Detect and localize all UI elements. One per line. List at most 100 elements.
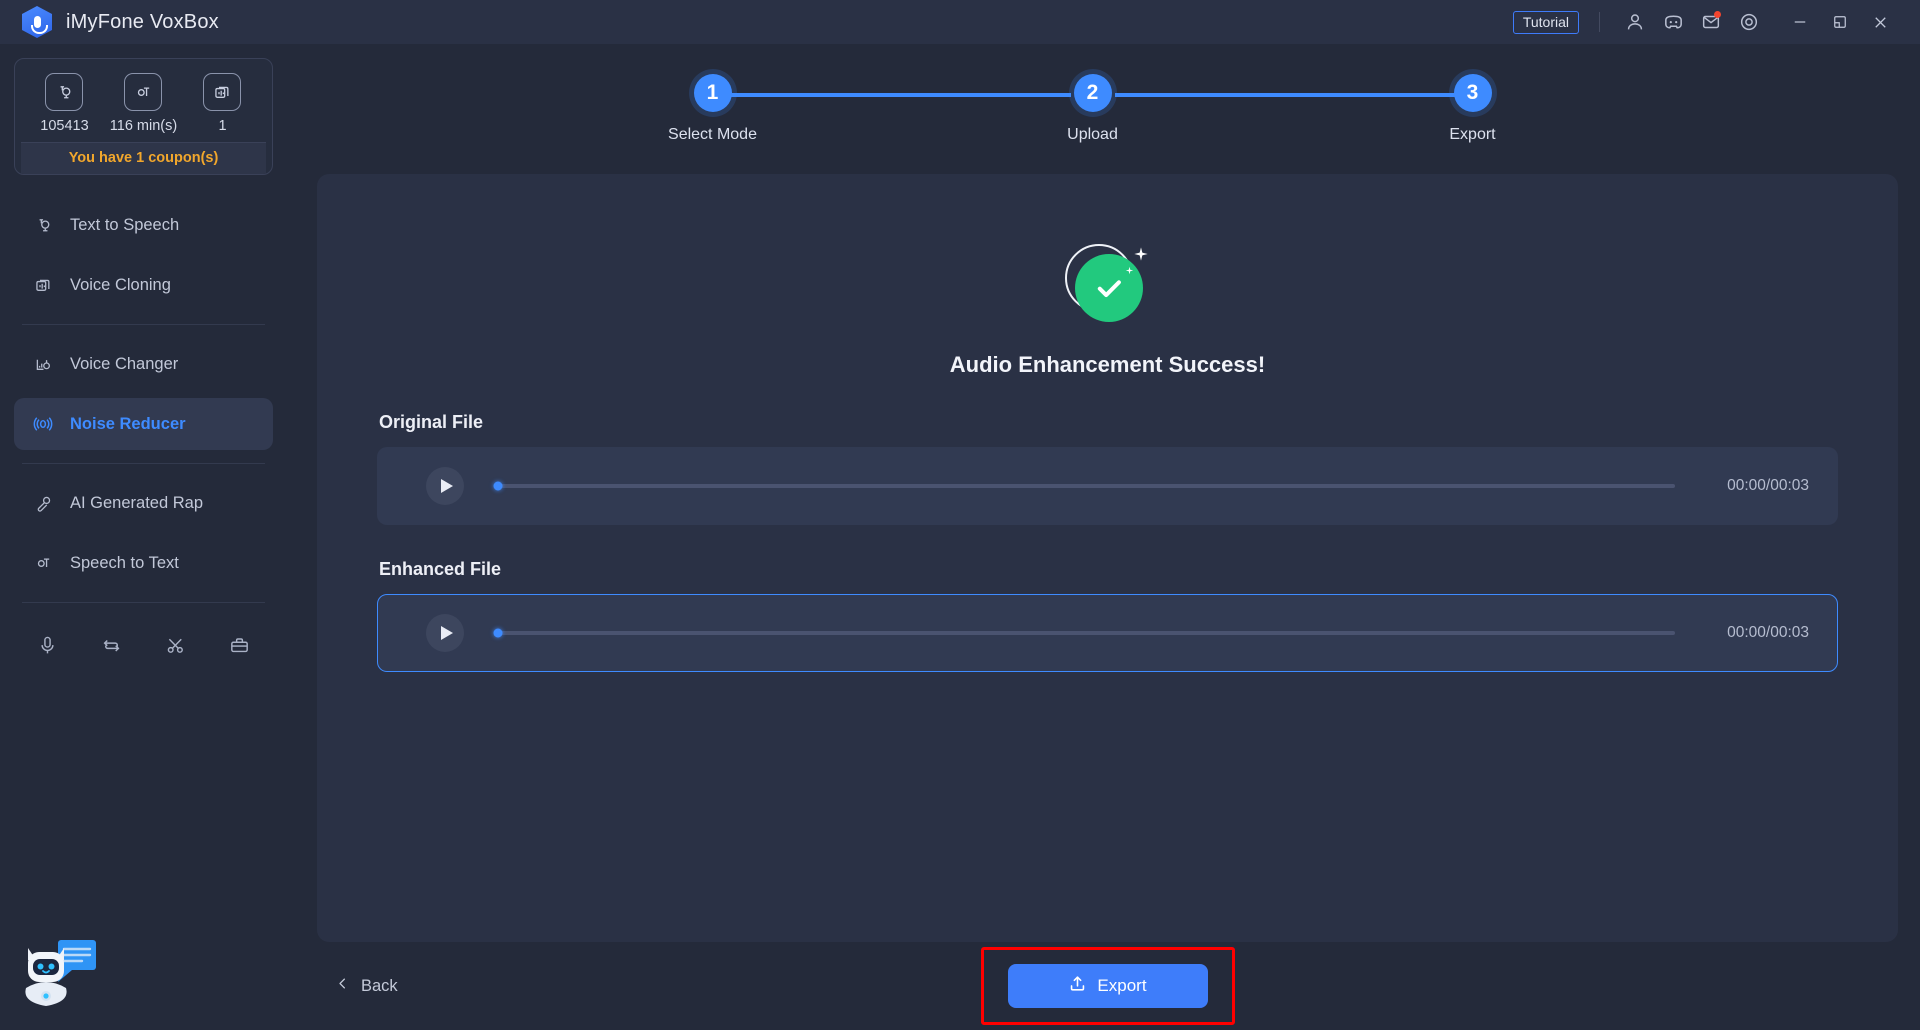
title-bar: iMyFone VoxBox Tutorial — [0, 0, 1920, 44]
step-number: 2 — [1073, 74, 1112, 112]
original-file-player: 00:00/00:03 — [377, 447, 1838, 525]
export-button[interactable]: Export — [1007, 964, 1208, 1008]
content-panel: Audio Enhancement Success! Original File… — [317, 174, 1898, 942]
export-highlight-box: Export — [980, 947, 1235, 1025]
back-button[interactable]: Back — [325, 970, 408, 1002]
sidebar-divider — [22, 324, 265, 325]
original-file-block: Original File 00:00/00:03 — [377, 412, 1838, 525]
sidebar-item-noise-reducer[interactable]: Noise Reducer — [14, 398, 273, 450]
settings-icon[interactable] — [1730, 5, 1768, 39]
tutorial-button[interactable]: Tutorial — [1512, 10, 1579, 34]
noise-reducer-icon — [32, 413, 54, 435]
body: 105413 116 min(s) 1 You have 1 coupon(s)… — [0, 44, 1920, 1030]
step-connector-2 — [1114, 93, 1455, 97]
enhanced-file-player: 00:00/00:03 — [377, 594, 1838, 672]
credit-value: 116 min(s) — [109, 118, 178, 134]
original-file-label: Original File — [379, 412, 484, 432]
step-label: Upload — [1067, 126, 1118, 143]
step-connector-1 — [730, 93, 1071, 97]
original-progress-slider[interactable] — [493, 481, 1675, 491]
brand: iMyFone VoxBox — [22, 6, 219, 38]
voice-changer-icon — [32, 354, 54, 375]
credit-value: 1 — [218, 118, 227, 134]
sidebar-item-label: Voice Cloning — [70, 275, 171, 294]
success-status: Audio Enhancement Success! — [377, 244, 1838, 378]
app-window: iMyFone VoxBox Tutorial 105413 116 min(s… — [0, 0, 1920, 1030]
step-label: Select Mode — [668, 126, 757, 143]
enhanced-file-block: Enhanced File 00:00/00:03 — [377, 559, 1838, 672]
speech-to-text-icon — [124, 73, 163, 111]
record-icon[interactable] — [36, 634, 59, 662]
ai-rap-icon — [32, 493, 54, 514]
voice-cloning-icon — [203, 73, 242, 111]
enhanced-progress-slider[interactable] — [493, 628, 1675, 638]
sidebar-item-label: Noise Reducer — [70, 414, 186, 433]
text-to-speech-icon — [32, 215, 54, 236]
sidebar: 105413 116 min(s) 1 You have 1 coupon(s)… — [0, 44, 287, 1030]
sidebar-item-text-to-speech[interactable]: Text to Speech — [14, 199, 273, 251]
success-message: Audio Enhancement Success! — [949, 352, 1266, 377]
sidebar-item-ai-generated-rap[interactable]: AI Generated Rap — [14, 477, 273, 529]
footer-bar: Back Export — [317, 942, 1898, 1030]
slider-handle[interactable] — [493, 628, 503, 638]
export-label: Export — [1097, 976, 1147, 995]
app-title: iMyFone VoxBox — [66, 10, 219, 33]
toolbox-icon[interactable] — [228, 634, 251, 662]
sidebar-item-voice-cloning[interactable]: Voice Cloning — [14, 259, 273, 311]
sparkle-icon — [1125, 262, 1134, 280]
credit-item: 1 — [183, 73, 261, 134]
enhanced-file-label: Enhanced File — [379, 559, 502, 579]
step-label: Export — [1449, 126, 1496, 143]
sidebar-item-label: AI Generated Rap — [70, 493, 203, 512]
enhanced-time: 00:00/00:03 — [1727, 624, 1809, 641]
step-select-mode[interactable]: 1 Select Mode — [653, 74, 773, 144]
mail-icon[interactable] — [1692, 5, 1730, 39]
sidebar-divider — [22, 463, 265, 464]
steps: 1 Select Mode 2 Upload 3 Export — [653, 74, 1533, 144]
credits-row: 105413 116 min(s) 1 — [21, 71, 266, 142]
coupon-banner[interactable]: You have 1 coupon(s) — [21, 142, 266, 174]
toolbar-divider — [1599, 12, 1600, 32]
user-icon[interactable] — [1616, 5, 1654, 39]
maximize-icon[interactable] — [1820, 5, 1860, 39]
sidebar-item-speech-to-text[interactable]: Speech to Text — [14, 537, 273, 589]
sidebar-tools — [14, 612, 273, 662]
sidebar-item-label: Text to Speech — [70, 215, 180, 234]
sidebar-divider — [22, 602, 265, 603]
progress-stepper: 1 Select Mode 2 Upload 3 Export — [287, 44, 1898, 174]
original-time: 00:00/00:03 — [1727, 477, 1809, 494]
discord-icon[interactable] — [1654, 5, 1692, 39]
play-icon[interactable] — [426, 467, 464, 505]
credit-value: 105413 — [40, 118, 89, 134]
credit-item: 116 min(s) — [104, 73, 182, 134]
success-check-icon — [1064, 244, 1151, 330]
credits-card: 105413 116 min(s) 1 You have 1 coupon(s) — [14, 58, 273, 175]
chat-bot-icon[interactable] — [14, 930, 98, 1022]
upload-icon — [1068, 974, 1087, 998]
main-content: 1 Select Mode 2 Upload 3 Export Audio En… — [287, 44, 1920, 1030]
step-upload[interactable]: 2 Upload — [1033, 74, 1153, 144]
sparkle-icon — [1133, 246, 1149, 267]
sidebar-item-voice-changer[interactable]: Voice Changer — [14, 338, 273, 390]
convert-icon[interactable] — [100, 634, 123, 662]
title-bar-actions: Tutorial — [1512, 5, 1900, 39]
speech-to-text-icon — [32, 553, 54, 574]
cut-icon[interactable] — [164, 634, 187, 662]
step-number: 3 — [1453, 74, 1492, 112]
window-controls — [1780, 5, 1900, 39]
step-export[interactable]: 3 Export — [1413, 74, 1533, 144]
sidebar-item-label: Speech to Text — [70, 553, 179, 572]
sidebar-item-label: Voice Changer — [70, 354, 179, 373]
text-to-speech-icon — [45, 73, 84, 111]
chevron-left-icon — [335, 976, 350, 996]
close-icon[interactable] — [1860, 5, 1900, 39]
slider-handle[interactable] — [493, 481, 503, 491]
step-number: 1 — [693, 74, 732, 112]
mail-unread-badge — [1714, 11, 1721, 18]
play-icon[interactable] — [426, 614, 464, 652]
minimize-icon[interactable] — [1780, 5, 1820, 39]
voxbox-mic-logo-icon — [22, 6, 52, 38]
voice-cloning-icon — [32, 275, 54, 296]
credit-item: 105413 — [25, 73, 103, 134]
back-label: Back — [361, 976, 398, 995]
